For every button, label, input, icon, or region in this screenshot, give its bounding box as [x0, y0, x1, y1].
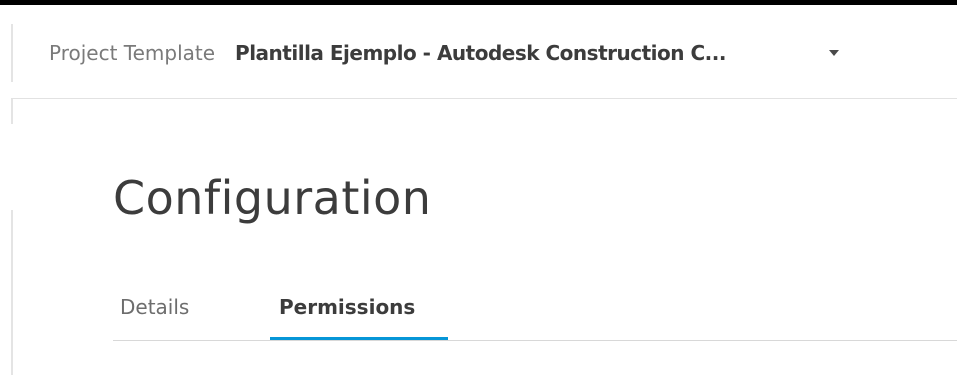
project-bar: Project Template Plantilla Ejemplo - Aut…: [49, 36, 840, 70]
tab-permissions[interactable]: Permissions: [279, 293, 415, 321]
left-border: [11, 210, 13, 375]
tab-details[interactable]: Details: [120, 293, 189, 321]
caret-down-icon[interactable]: [829, 50, 840, 56]
tabs-divider: [113, 340, 957, 341]
left-border: [11, 98, 13, 124]
left-border: [11, 24, 13, 82]
header-divider: [11, 98, 957, 99]
top-bar: [0, 0, 957, 5]
project-template-name[interactable]: Plantilla Ejemplo - Autodesk Constructio…: [235, 41, 810, 65]
page-title: Configuration: [113, 171, 432, 225]
project-template-selector[interactable]: Plantilla Ejemplo - Autodesk Constructio…: [235, 41, 840, 65]
project-template-label: Project Template: [49, 41, 216, 65]
